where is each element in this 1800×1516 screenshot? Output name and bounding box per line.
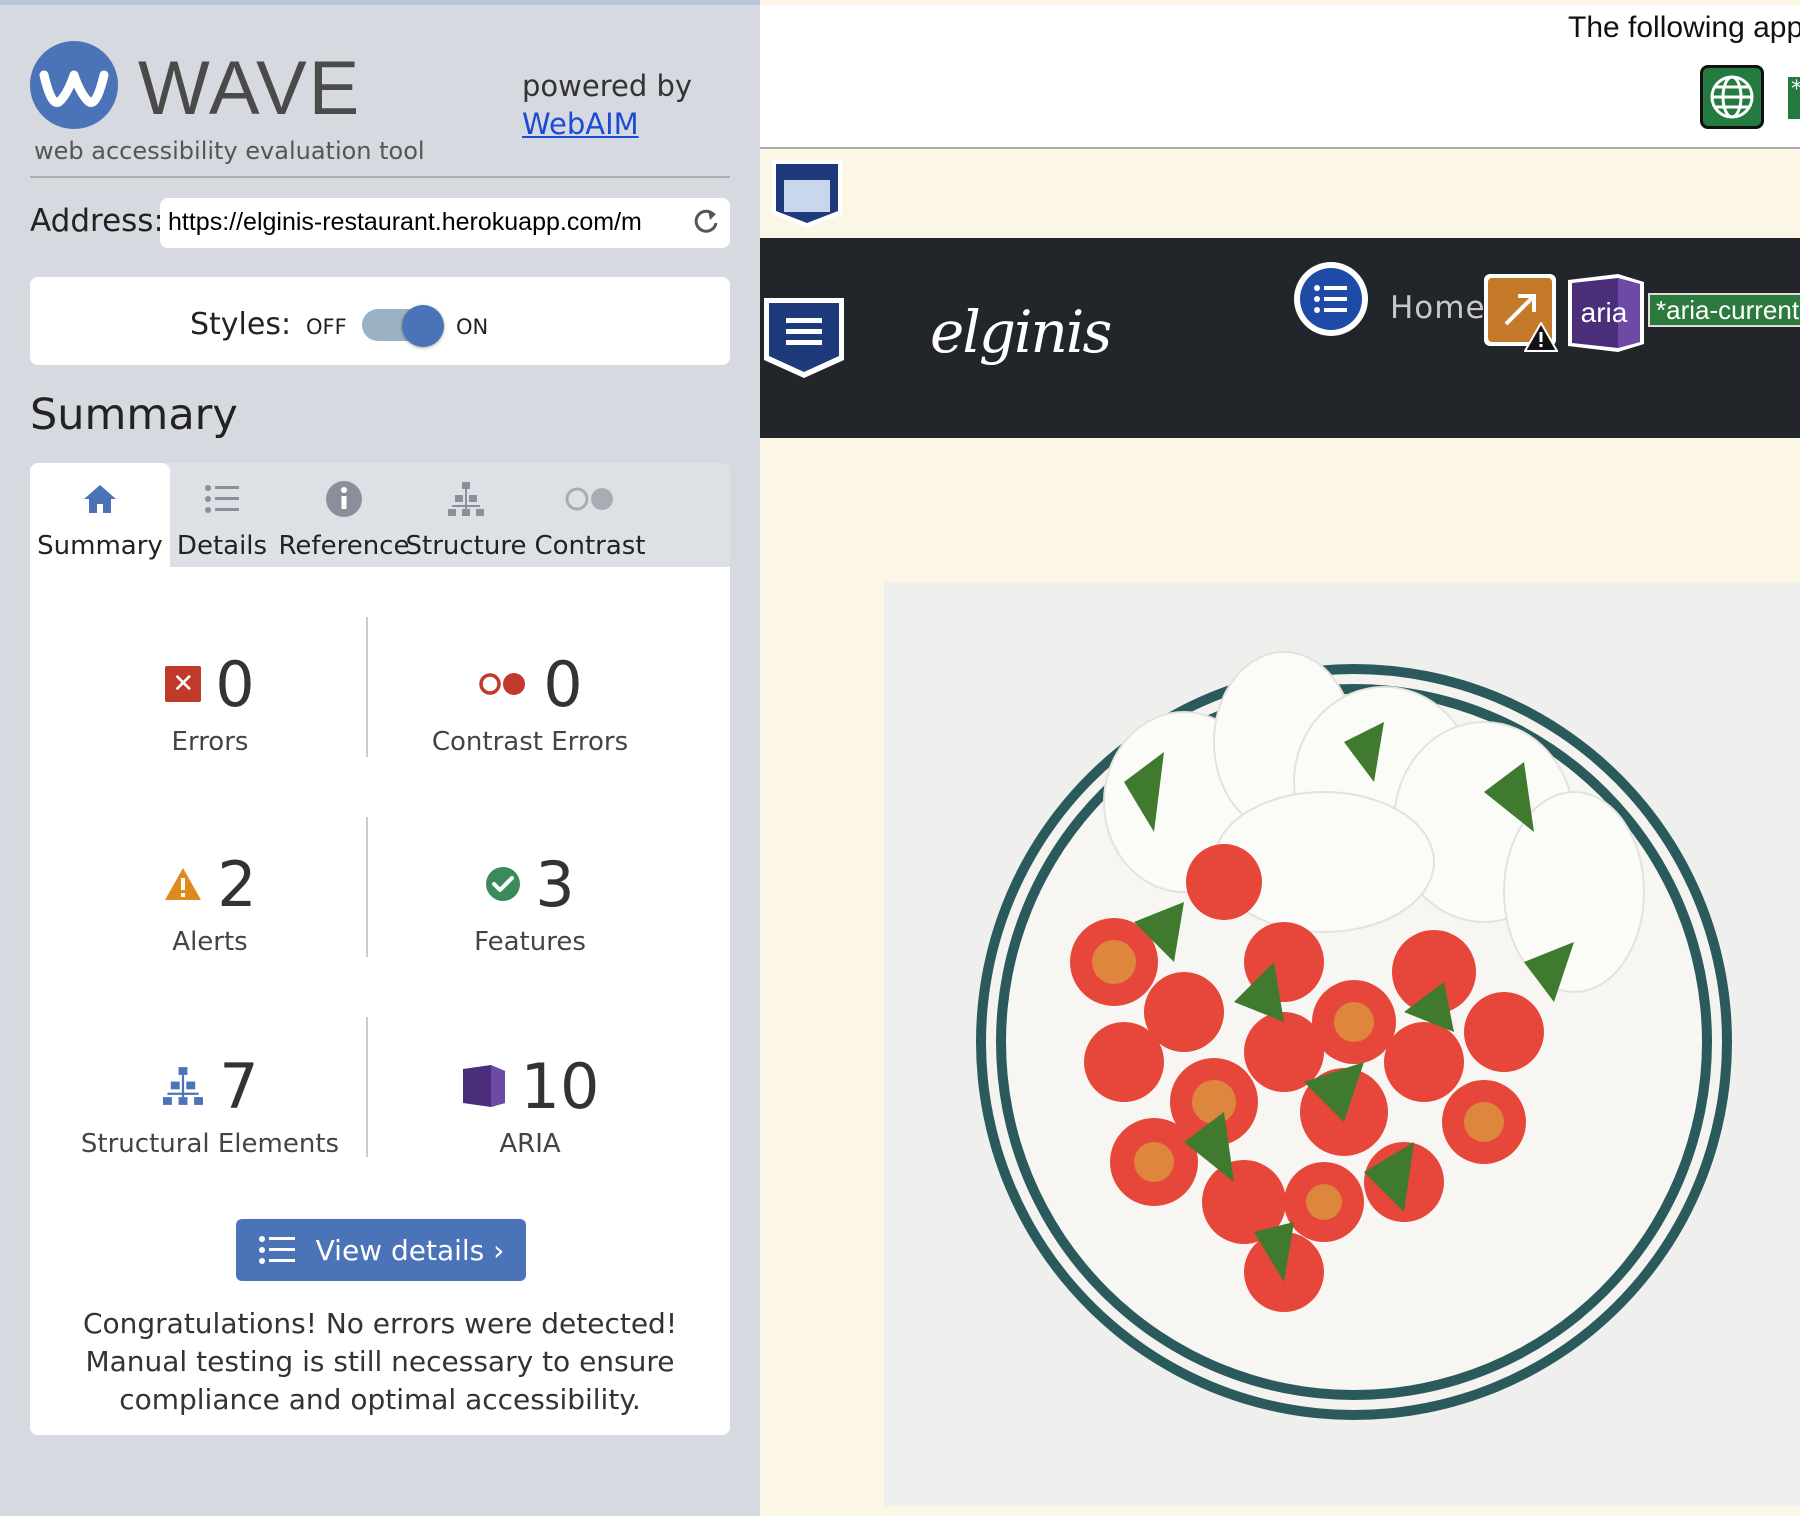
aria-marker-edge[interactable]: * xyxy=(1788,77,1800,119)
tab-details[interactable]: Details xyxy=(152,463,292,567)
alerts-count: 2 xyxy=(217,847,257,921)
hierarchy-icon xyxy=(396,477,536,521)
tab-structure[interactable]: Structure xyxy=(396,463,536,567)
summary-panel: ✕ 0 Errors 0 Contrast Errors 2 Alerts 3 … xyxy=(30,567,730,1435)
styles-label: Styles: xyxy=(190,307,292,342)
region-icon[interactable] xyxy=(770,158,844,234)
styles-toggle-knob[interactable] xyxy=(402,305,444,347)
stat-contrast-errors[interactable]: 0 Contrast Errors xyxy=(370,647,690,758)
powered-by-text: powered by xyxy=(522,69,693,103)
contrast-errors-count: 0 xyxy=(543,647,583,721)
page-preview: The following app * elginis Home xyxy=(760,0,1800,1516)
congratulations-message: Congratulations! No errors were detected… xyxy=(82,1307,678,1416)
aria-label: ARIA xyxy=(499,1129,561,1159)
tab-contrast[interactable]: Contrast xyxy=(520,463,660,567)
nav-list-icon[interactable] xyxy=(1294,262,1368,336)
errors-label: Errors xyxy=(171,727,249,757)
stat-structural-elements[interactable]: 7 Structural Elements xyxy=(50,1049,370,1160)
wave-title: WAVE xyxy=(138,46,362,131)
tab-reference[interactable]: Reference xyxy=(274,463,414,567)
structure-icon xyxy=(161,1066,205,1106)
summary-heading: Summary xyxy=(30,390,238,440)
info-icon xyxy=(274,477,414,521)
address-input[interactable]: https://elginis-restaurant.herokuapp.com… xyxy=(160,198,730,248)
tab-reference-label: Reference xyxy=(278,531,410,561)
feature-check-icon xyxy=(485,866,521,902)
address-label: Address: xyxy=(30,203,164,239)
stat-features[interactable]: 3 Features xyxy=(370,847,690,958)
wave-header: WAVE web accessibility evaluation tool p… xyxy=(30,37,730,177)
styles-toggle-panel: Styles: OFF ON xyxy=(30,277,730,365)
tab-details-label: Details xyxy=(176,531,268,561)
aria-icon xyxy=(461,1063,507,1109)
features-label: Features xyxy=(474,927,586,957)
wave-logo-icon xyxy=(30,41,118,129)
styles-on-label: ON xyxy=(456,315,489,339)
aria-badge-icon[interactable]: aria xyxy=(1566,272,1646,358)
preview-notice-text: The following app xyxy=(1568,11,1800,44)
errors-count: 0 xyxy=(215,647,255,721)
styles-off-label: OFF xyxy=(306,315,347,339)
powered-by: powered by WebAIM xyxy=(522,67,692,143)
tab-contrast-label: Contrast xyxy=(534,531,646,561)
tab-bar: Summary Details Reference Structure Cont… xyxy=(30,463,730,570)
contrast-errors-label: Contrast Errors xyxy=(431,727,629,757)
list-icon xyxy=(258,1235,296,1265)
stat-errors[interactable]: ✕ 0 Errors xyxy=(50,647,370,757)
structural-elements-label: Structural Elements xyxy=(80,1129,340,1159)
contrast-icon xyxy=(520,477,660,521)
header-divider xyxy=(30,176,730,178)
features-count: 3 xyxy=(535,847,575,921)
preview-top-bar: The following app * xyxy=(760,5,1800,149)
structural-elements-count: 7 xyxy=(219,1049,259,1123)
stat-aria[interactable]: 10 ARIA xyxy=(370,1049,690,1159)
view-details-label: View details › xyxy=(315,1233,505,1267)
header-region-icon[interactable] xyxy=(762,296,846,384)
warning-triangle-icon xyxy=(1523,320,1559,356)
contrast-error-icon xyxy=(477,671,529,697)
aria-badge-text: aria xyxy=(1581,297,1628,328)
view-details-button[interactable]: View details › xyxy=(236,1219,526,1281)
preview-navbar: elginis Home aria *aria-current xyxy=(760,238,1800,438)
home-icon xyxy=(30,477,170,521)
brand-logo[interactable]: elginis xyxy=(930,298,1112,366)
list-icon xyxy=(152,477,292,521)
tab-summary[interactable]: Summary xyxy=(30,463,170,570)
aria-current-tag[interactable]: *aria-current xyxy=(1648,293,1800,327)
alerts-label: Alerts xyxy=(172,927,248,957)
webaim-link[interactable]: WebAIM xyxy=(522,107,639,141)
stat-alerts[interactable]: 2 Alerts xyxy=(50,847,370,957)
tab-structure-label: Structure xyxy=(405,531,527,561)
wave-subtitle: web accessibility evaluation tool xyxy=(34,137,425,165)
hero-food-image xyxy=(884,582,1800,1506)
wave-sidebar: WAVE web accessibility evaluation tool p… xyxy=(0,0,760,1516)
error-icon: ✕ xyxy=(165,666,202,702)
aria-count: 10 xyxy=(520,1049,600,1123)
address-value[interactable]: https://elginis-restaurant.herokuapp.com… xyxy=(168,208,668,237)
refresh-icon[interactable] xyxy=(692,206,720,244)
nav-list-icon-inner xyxy=(1300,268,1362,330)
tab-summary-label: Summary xyxy=(30,531,170,570)
alert-icon xyxy=(163,866,203,902)
nav-home-link[interactable]: Home xyxy=(1390,290,1486,326)
language-globe-icon[interactable] xyxy=(1700,65,1764,129)
